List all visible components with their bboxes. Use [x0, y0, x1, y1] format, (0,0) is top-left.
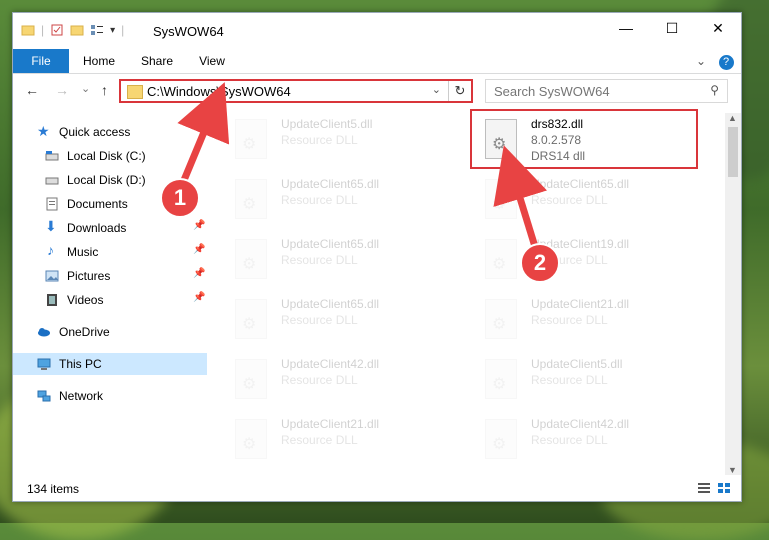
- callout-badge-2: 2: [520, 243, 560, 283]
- annotation-arrows: [177, 82, 547, 252]
- callout-badge-1: 1: [160, 178, 200, 218]
- arrow-to-address-bar: [177, 82, 230, 187]
- arrow-to-file: [493, 145, 547, 252]
